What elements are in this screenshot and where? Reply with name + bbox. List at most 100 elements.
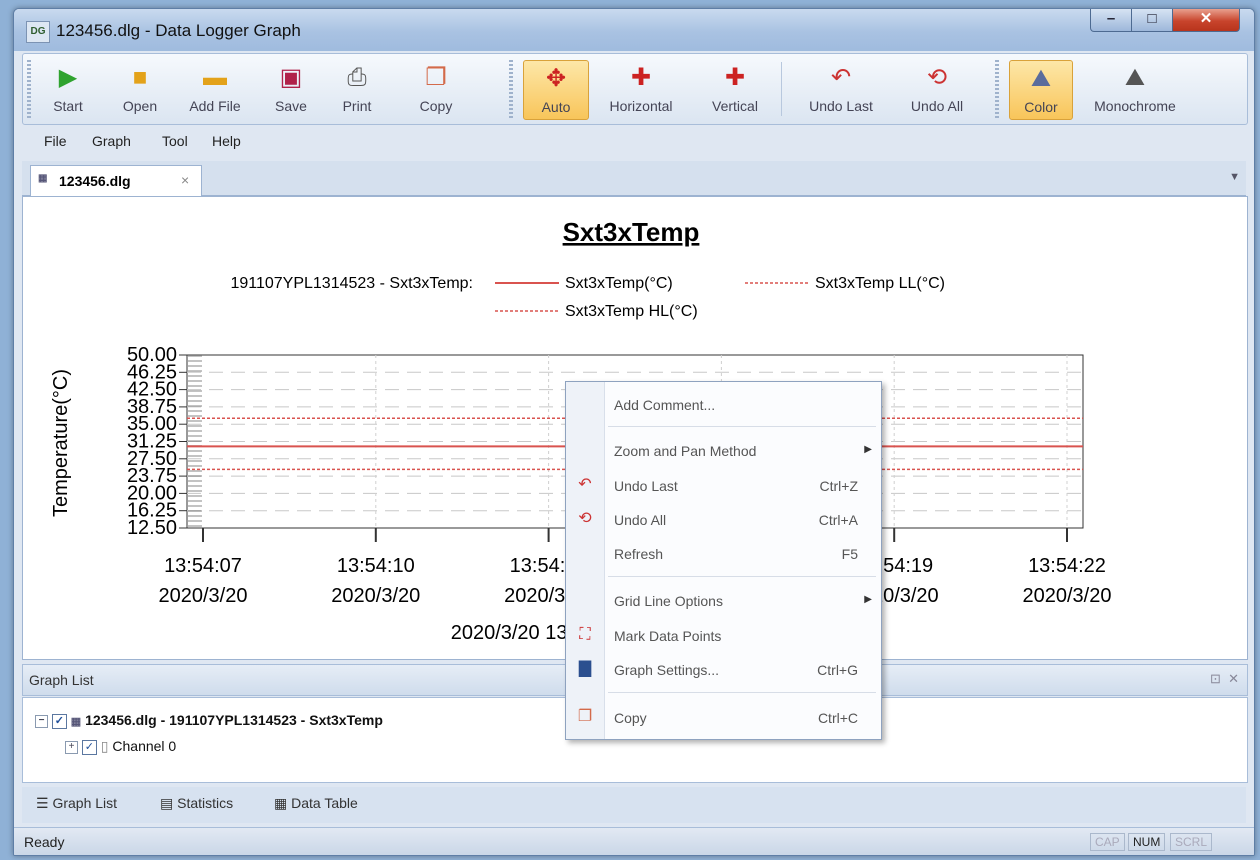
pin-icon[interactable]: ⊡ xyxy=(1210,671,1221,686)
dlg-file-icon: ▦ xyxy=(38,173,48,184)
tab-graph-list[interactable]: ☰ Graph List xyxy=(36,795,117,812)
menu-item-graph-settings[interactable]: Graph Settings... Ctrl+G xyxy=(604,655,880,685)
auto-button[interactable]: ✥ Auto xyxy=(523,60,589,120)
add-file-button[interactable]: ▬ Add File xyxy=(175,60,255,118)
legend-prefix: 191107YPL1314523 - Sxt3xTemp: xyxy=(230,275,473,292)
open-button[interactable]: ■ Open xyxy=(109,60,171,118)
auto-label: Auto xyxy=(541,99,571,115)
menu-item-add-comment[interactable]: Add Comment... xyxy=(604,390,880,420)
copy-button[interactable]: ❐ Copy xyxy=(401,60,471,118)
vertical-pan-icon: ✚ xyxy=(724,64,746,91)
horizontal-button[interactable]: ✚ Horizontal xyxy=(595,60,687,118)
open-label: Open xyxy=(122,98,158,114)
toolbar-grip[interactable] xyxy=(27,60,31,118)
toolbar-grip[interactable] xyxy=(995,60,999,118)
legend-item-hl: Sxt3xTemp HL(°C) xyxy=(495,303,698,320)
menu-bar: File Graph Tool Help xyxy=(22,127,1246,157)
maximize-button[interactable]: □ xyxy=(1131,9,1173,32)
menu-graph[interactable]: Graph xyxy=(92,133,131,149)
menu-separator xyxy=(608,576,876,577)
close-button[interactable]: ✕ xyxy=(1172,9,1240,32)
menu-item-mark-data-points[interactable]: Mark Data Points xyxy=(604,621,880,651)
add-file-icon: ▬ xyxy=(203,64,227,91)
status-bar: Ready CAP NUM SCRL xyxy=(14,827,1254,855)
menu-item-label: Add Comment... xyxy=(614,397,716,413)
copy-icon: ❐ xyxy=(577,708,593,725)
y-tick-label: 12.50 xyxy=(127,517,177,539)
menu-item-label: Graph Settings... xyxy=(614,662,720,678)
y-axis-label: Temperature(°C) xyxy=(50,369,72,517)
bottom-panel-tabs: ☰ Graph List ▤ Statistics ▦ Data Table xyxy=(22,787,1246,823)
undo-all-button[interactable]: ⟲ Undo All xyxy=(897,60,977,118)
tab-close-icon[interactable]: × xyxy=(181,172,189,188)
list-icon: ☰ xyxy=(36,795,49,811)
play-icon: ▶ xyxy=(58,64,78,91)
statistics-icon: ▤ xyxy=(160,795,174,811)
table-icon: ▦ xyxy=(274,795,288,811)
vertical-button[interactable]: ✚ Vertical xyxy=(699,60,771,118)
undo-last-icon: ↶ xyxy=(578,476,592,493)
minimize-button[interactable]: – xyxy=(1090,9,1132,32)
context-menu-gutter xyxy=(566,382,605,739)
color-label: Color xyxy=(1024,99,1058,115)
root-checkbox[interactable]: ✓ xyxy=(51,713,67,729)
menu-separator xyxy=(608,692,876,693)
collapse-icon[interactable]: − xyxy=(35,714,48,728)
menu-item-shortcut: F5 xyxy=(841,546,858,562)
undo-last-icon: ↶ xyxy=(830,64,852,91)
tree-root-row[interactable]: − ✓ ▦ 123456.dlg - 191107YPL1314523 - Sx… xyxy=(35,712,383,729)
menu-item-label: Undo All xyxy=(614,512,667,528)
move-icon: ✥ xyxy=(545,65,567,92)
vertical-label: Vertical xyxy=(712,98,758,114)
tree-child-label: Channel 0 xyxy=(112,738,177,754)
save-button[interactable]: ▣ Save xyxy=(261,60,321,118)
toolbar: ▶ Start ■ Open ▬ Add File ▣ Save ⎙ Print… xyxy=(22,53,1248,125)
status-text: Ready xyxy=(24,834,65,850)
copy-label: Copy xyxy=(419,98,453,114)
menu-item-grid-line-options[interactable]: Grid Line Options ▶ xyxy=(604,586,880,616)
title-bar[interactable]: DG 123456.dlg - Data Logger Graph – □ ✕ xyxy=(14,9,1254,51)
document-tab[interactable]: ▦ 123456.dlg × xyxy=(30,165,202,196)
menu-item-shortcut: Ctrl+C xyxy=(817,710,858,726)
horizontal-pan-icon: ✚ xyxy=(630,64,652,91)
legend-label-temp: Sxt3xTemp(°C) xyxy=(565,275,673,292)
tab-data-table[interactable]: ▦ Data Table xyxy=(274,795,358,812)
document-tab-label: 123456.dlg xyxy=(59,173,131,189)
tab-statistics[interactable]: ▤ Statistics xyxy=(160,795,233,812)
menu-help[interactable]: Help xyxy=(212,133,241,149)
x-tick-date-label: 2020/3/20 xyxy=(159,585,248,607)
undo-last-button[interactable]: ↶ Undo Last xyxy=(793,60,889,118)
menu-item-shortcut: Ctrl+G xyxy=(817,662,858,678)
menu-item-label: Refresh xyxy=(614,546,664,562)
color-button[interactable]: ⛰ Color xyxy=(1009,60,1073,120)
start-button[interactable]: ▶ Start xyxy=(37,60,99,118)
menu-item-undo-last[interactable]: Undo Last Ctrl+Z xyxy=(604,471,880,501)
tree-child-row[interactable]: + ✓ ▯ Channel 0 xyxy=(65,738,176,755)
dlg-file-icon: ▦ xyxy=(70,716,82,728)
print-label: Print xyxy=(342,98,372,114)
scrl-indicator: SCRL xyxy=(1170,833,1213,851)
expand-icon[interactable]: + xyxy=(65,740,78,754)
app-icon: DG xyxy=(26,21,50,43)
menu-item-copy[interactable]: Copy Ctrl+C xyxy=(604,703,880,733)
start-label: Start xyxy=(53,98,83,114)
menu-file[interactable]: File xyxy=(44,133,67,149)
monochrome-button[interactable]: ⛰ Monochrome xyxy=(1079,60,1191,118)
graph-settings-icon: ▇ xyxy=(578,660,592,677)
cap-indicator: CAP xyxy=(1090,833,1125,851)
child-checkbox[interactable]: ✓ xyxy=(81,739,97,755)
legend-item-ll: Sxt3xTemp LL(°C) xyxy=(745,275,945,292)
menu-item-zoom-pan[interactable]: Zoom and Pan Method ▶ xyxy=(604,436,880,466)
menu-item-undo-all[interactable]: Undo All Ctrl+A xyxy=(604,505,880,535)
menu-item-shortcut: Ctrl+Z xyxy=(819,478,859,494)
submenu-arrow-icon: ▶ xyxy=(864,444,872,455)
menu-tool[interactable]: Tool xyxy=(162,133,188,149)
color-graph-icon: ⛰ xyxy=(1030,65,1052,92)
undo-last-label: Undo Last xyxy=(809,98,873,114)
legend-item-temp: Sxt3xTemp(°C) xyxy=(495,275,673,292)
tab-list-arrow-icon[interactable]: ▼ xyxy=(1229,171,1240,183)
toolbar-grip[interactable] xyxy=(509,60,513,118)
print-button[interactable]: ⎙ Print xyxy=(327,60,387,118)
menu-item-refresh[interactable]: Refresh F5 xyxy=(604,539,880,569)
panel-close-icon[interactable]: ✕ xyxy=(1228,671,1239,686)
